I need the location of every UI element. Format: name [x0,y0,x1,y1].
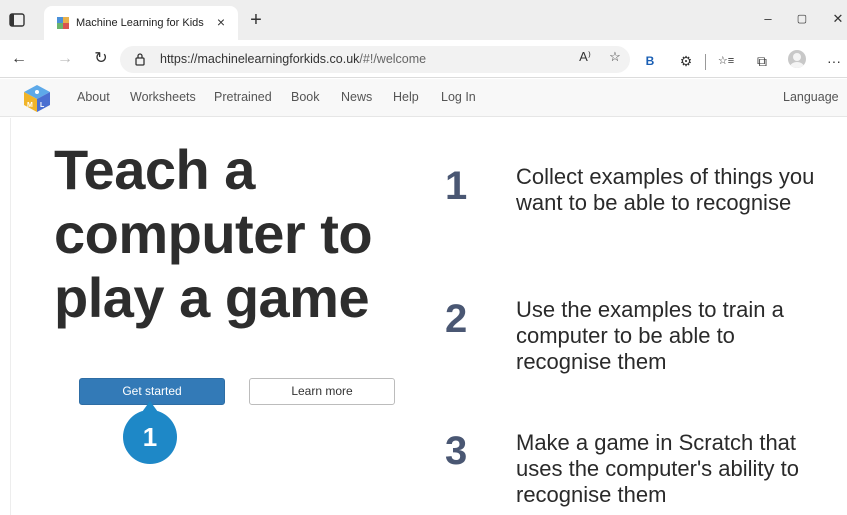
forward-button[interactable]: → [56,50,74,68]
address-bar-row: ← → ↻ https://machinelearningforkids.co.… [0,40,847,78]
toolbar-divider [705,54,706,70]
learn-more-button[interactable]: Learn more [249,378,395,405]
profile-avatar[interactable] [788,50,806,68]
bing-icon[interactable]: B [640,52,660,70]
url-path: /#!/welcome [359,52,427,66]
address-bar[interactable]: https://machinelearningforkids.co.uk/#!/… [120,46,630,73]
step-number-1: 1 [445,164,468,208]
back-button[interactable]: ← [10,50,28,68]
step-callout-badge: 1 [123,410,177,464]
nav-language[interactable]: Language [783,90,839,104]
tab-title: Machine Learning for Kids [76,17,204,29]
site-navbar: M L About Worksheets Pretrained Book New… [0,79,847,117]
url-host: https://machinelearningforkids.co.uk [160,52,360,66]
headline-line-3: play a game [54,266,370,329]
step-text-1: Collect examples of things you want to b… [516,164,815,215]
nav-help[interactable]: Help [393,90,419,104]
nav-news[interactable]: News [341,90,372,104]
lock-icon[interactable] [133,52,147,66]
step-text-2: Use the examples to train a computer to … [516,297,784,374]
collections-icon[interactable]: ⧉ [752,52,772,70]
url-text[interactable]: https://machinelearningforkids.co.uk/#!/… [160,52,426,66]
headline-line-2: computer to [54,202,373,265]
tab-actions-icon[interactable] [8,12,26,28]
hero-headline: Teach a computer to play a game [54,138,414,330]
headline-line-1: Teach a [54,138,255,201]
step-number-2: 2 [445,297,468,341]
tab-close-icon[interactable]: × [212,13,230,31]
step-text-3: Make a game in Scratch that uses the com… [516,430,800,507]
nav-worksheets[interactable]: Worksheets [130,90,196,104]
nav-book[interactable]: Book [291,90,320,104]
svg-text:M: M [27,102,33,109]
refresh-button[interactable]: ↻ [92,50,110,68]
browser-tab-bar: Machine Learning for Kids × + – ▢ ✕ [0,0,847,40]
favorites-icon[interactable]: ☆≡ [716,52,736,70]
browser-tab[interactable]: Machine Learning for Kids × [44,6,238,40]
more-menu-icon[interactable]: ··· [824,52,844,70]
maximize-button[interactable]: ▢ [792,10,812,28]
nav-login[interactable]: Log In [441,90,476,104]
step-number-3: 3 [445,429,468,473]
site-favicon-icon [57,17,69,29]
close-window-button[interactable]: ✕ [828,10,847,28]
add-favorite-icon[interactable]: ☆ [605,48,625,66]
extensions-icon[interactable]: ⚙ [676,52,696,70]
minimize-button[interactable]: – [758,10,778,28]
nav-about[interactable]: About [77,90,110,104]
ml-cube-logo-icon[interactable]: M L [22,83,52,113]
svg-text:L: L [40,102,45,109]
nav-pretrained[interactable]: Pretrained [214,90,272,104]
new-tab-button[interactable]: + [246,10,266,30]
read-aloud-icon[interactable]: A⁾ [575,48,595,66]
